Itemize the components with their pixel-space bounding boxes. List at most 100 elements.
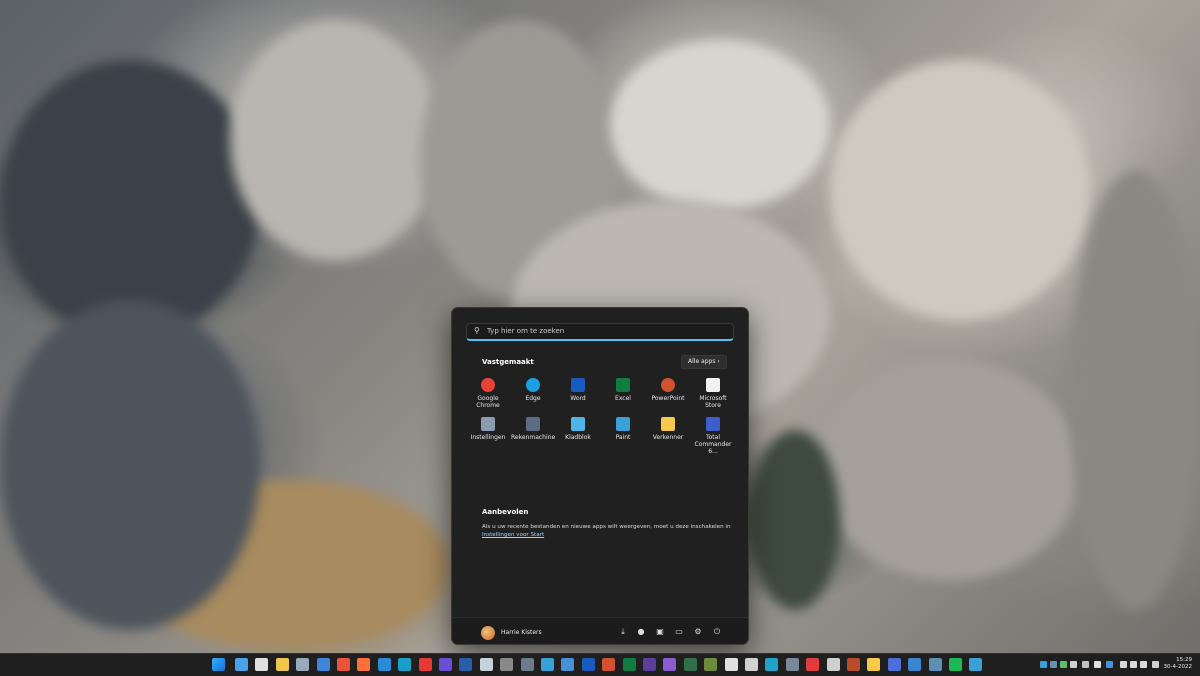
taskbar: 15:29 30-4-2022	[0, 653, 1200, 676]
taskbar-app-icon[interactable]	[847, 658, 860, 671]
taskbar-app-icon[interactable]	[418, 658, 432, 671]
pinned-app-label: PowerPoint	[651, 395, 685, 402]
gear-icon[interactable]: ⚙	[693, 627, 703, 637]
taskbar-app-icon[interactable]	[296, 658, 310, 671]
taskbar-app-icon[interactable]	[765, 658, 779, 671]
taskbar-app-icon[interactable]	[235, 658, 248, 671]
recommended-message: Als u uw recente bestanden en nieuwe app…	[482, 524, 731, 530]
taskbar-app-icon[interactable]	[337, 658, 350, 671]
pinned-app[interactable]: Rekenmachine	[511, 417, 555, 441]
taskbar-app-icon[interactable]	[602, 658, 616, 671]
wallpaper-rock	[0, 60, 260, 340]
taskbar-app-icon[interactable]	[704, 658, 718, 671]
tray-icon[interactable]	[1040, 661, 1047, 668]
user-name[interactable]: Harrie Kisters	[501, 629, 542, 636]
pinned-app[interactable]: PowerPoint	[646, 378, 690, 402]
edge-icon	[526, 378, 540, 392]
taskbar-app-icon[interactable]	[908, 658, 922, 671]
pinned-app[interactable]: Instellingen	[466, 417, 510, 441]
volume-icon[interactable]	[1130, 661, 1137, 668]
pinned-app-label: Instellingen	[470, 434, 506, 441]
power-icon[interactable]: ⏻	[712, 627, 722, 637]
pinned-app-label: Google Chrome	[476, 395, 500, 409]
start-menu: ⚲ Typ hier om te zoeken Vastgemaakt Alle…	[451, 307, 749, 645]
pinned-app[interactable]: Total Commander 6...	[691, 417, 735, 455]
pinned-app-label: Word	[570, 395, 586, 402]
search-icon: ⚲	[474, 326, 480, 335]
pinned-app[interactable]: Edge	[511, 378, 555, 402]
taskbar-app-icon[interactable]	[255, 658, 269, 671]
taskbar-app-icon[interactable]	[887, 658, 901, 671]
network-icon[interactable]	[1120, 661, 1127, 668]
tray-icon[interactable]	[1050, 661, 1057, 668]
taskbar-app-icon[interactable]	[500, 658, 514, 671]
picture-folder-icon[interactable]: ▣	[655, 627, 665, 637]
pinned-app[interactable]: Excel	[601, 378, 645, 402]
taskbar-app-icon[interactable]	[459, 658, 473, 671]
onedrive-icon[interactable]	[1106, 661, 1113, 668]
taskbar-app-icon[interactable]	[949, 658, 962, 671]
pinned-app-label: Verkenner	[652, 434, 684, 441]
taskbar-app-icon[interactable]	[581, 658, 595, 671]
search-placeholder: Typ hier om te zoeken	[487, 327, 565, 335]
tray-icon[interactable]	[1060, 661, 1067, 668]
taskbar-app-icon[interactable]	[663, 658, 677, 671]
wallpaper-rock	[0, 300, 260, 630]
taskbar-app-icon[interactable]	[867, 658, 881, 671]
pinned-app[interactable]: Microsoft Store	[691, 378, 735, 409]
clock[interactable]: 15:29 30-4-2022	[1164, 657, 1192, 671]
chrome-icon	[481, 378, 495, 392]
pinned-app[interactable]: Kladblok	[556, 417, 600, 441]
pinned-app[interactable]: Word	[556, 378, 600, 402]
pinned-app-label: Total Commander 6...	[694, 434, 732, 455]
taskbar-app-icon[interactable]	[806, 658, 820, 671]
taskbar-app-icon[interactable]	[275, 658, 289, 671]
wallpaper-rock	[230, 20, 440, 260]
all-apps-button[interactable]: Alle apps ›	[681, 355, 727, 369]
taskbar-app-icon[interactable]	[357, 658, 371, 671]
wallpaper-rock	[610, 40, 830, 210]
taskbar-app-icon[interactable]	[541, 658, 554, 671]
wallpaper-water	[750, 430, 840, 610]
taskbar-app-icon[interactable]	[479, 658, 493, 671]
recommended-section-title: Aanbevolen	[482, 508, 529, 516]
taskbar-app-icon[interactable]	[785, 658, 799, 671]
taskbar-app-icon[interactable]	[928, 658, 942, 671]
windows-start-icon[interactable]	[212, 658, 225, 671]
pinned-app-label: Microsoft Store	[699, 395, 727, 409]
pinned-app[interactable]: Google Chrome	[466, 378, 510, 409]
pinned-app-label: Paint	[615, 434, 631, 441]
taskbar-app-icon[interactable]	[316, 658, 330, 671]
calculator-icon	[526, 417, 540, 431]
battery-icon[interactable]	[1140, 661, 1147, 668]
taskbar-app-icon[interactable]	[969, 658, 983, 671]
palette-icon[interactable]: ●	[636, 627, 646, 637]
taskbar-app-icon[interactable]	[520, 658, 534, 671]
folder-icon[interactable]: ▭	[674, 627, 684, 637]
taskbar-app-icon[interactable]	[622, 658, 636, 671]
clock-date: 30-4-2022	[1163, 664, 1192, 670]
folder-icon	[661, 417, 675, 431]
taskbar-app-icon[interactable]	[745, 658, 758, 671]
wallpaper-rock	[1070, 170, 1200, 610]
taskbar-app-icon[interactable]	[439, 658, 452, 671]
pinned-app[interactable]: Verkenner	[646, 417, 690, 441]
notification-icon[interactable]	[1152, 661, 1159, 668]
start-settings-link[interactable]: Instellingen voor Start	[482, 532, 544, 538]
tray-icon[interactable]	[1070, 661, 1077, 668]
taskbar-app-icon[interactable]	[561, 658, 575, 671]
taskbar-app-icon[interactable]	[643, 658, 656, 671]
taskbar-app-icon[interactable]	[826, 658, 840, 671]
taskbar-app-icon[interactable]	[683, 658, 697, 671]
pinned-app-label: Excel	[615, 395, 631, 402]
taskbar-app-icon[interactable]	[398, 658, 412, 671]
search-input[interactable]: ⚲ Typ hier om te zoeken	[466, 323, 734, 341]
taskbar-app-icon[interactable]	[377, 658, 391, 671]
taskbar-app-icon[interactable]	[724, 658, 738, 671]
tray-icon[interactable]	[1094, 661, 1101, 668]
avatar[interactable]	[481, 626, 495, 640]
tray-icon[interactable]	[1082, 661, 1089, 668]
pinned-app[interactable]: Paint	[601, 417, 645, 441]
download-icon[interactable]: ⤓	[618, 627, 628, 637]
store-icon	[706, 378, 720, 392]
